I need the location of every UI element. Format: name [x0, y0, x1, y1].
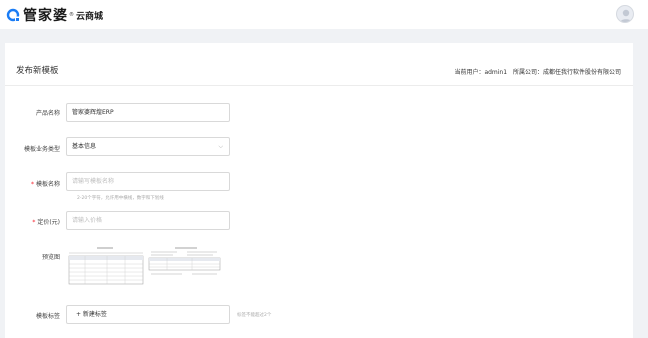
tags-hint: 标签不能超过2个 [237, 313, 272, 318]
top-bar: 管家婆 ® 云商城 [0, 0, 648, 29]
product-name-field[interactable]: 管家婆辉煌ERP [66, 103, 230, 122]
user-avatar[interactable] [616, 5, 634, 23]
price-input[interactable]: 请输入价格 [66, 211, 230, 230]
add-tag-button[interactable]: + 新建标签 [66, 305, 230, 324]
page-title: 发布新模板 [16, 66, 59, 76]
template-name-hint: 2-20个字符，允许用中横线，数字和下划线 [77, 196, 164, 201]
template-form-card: 发布新模板 当前用户：admin1 所属公司：成都任我行软件股份有限公司 产品名… [5, 43, 633, 338]
brand-subtitle: 云商城 [76, 11, 104, 22]
preview-sheet-1 [67, 246, 145, 288]
business-type-value: 基本信息 [72, 143, 97, 150]
user-avatar-icon [619, 9, 633, 22]
business-type-select[interactable]: 基本信息 ⌵ [66, 137, 230, 156]
brand-mark-icon [6, 8, 20, 22]
template-name-input[interactable]: 请输写模板名称 [66, 172, 230, 191]
chevron-down-icon: ⌵ [218, 143, 223, 150]
brand-logo[interactable]: 管家婆 ® 云商城 [6, 5, 103, 25]
preview-label: 预览图 [41, 254, 60, 261]
card-header: 发布新模板 当前用户：admin1 所属公司：成都任我行软件股份有限公司 [5, 43, 633, 86]
company-name: 所属公司：成都任我行软件股份有限公司 [512, 69, 621, 76]
tags-label: 模板标签 [35, 313, 60, 320]
template-name-label: * 模板名称 [30, 181, 60, 188]
brand-registered-mark: ® [69, 12, 74, 18]
account-info: 当前用户：admin1 所属公司：成都任我行软件股份有限公司 [450, 67, 621, 76]
business-type-label: 模板业务类型 [23, 146, 60, 153]
current-user: 当前用户：admin1 [454, 69, 508, 76]
preview-image[interactable] [67, 246, 222, 288]
brand-name: 管家婆 [23, 8, 68, 24]
product-name-label: 产品名称 [35, 110, 60, 117]
price-label: * 定价(元) [32, 219, 60, 226]
preview-sheet-2 [147, 246, 222, 288]
